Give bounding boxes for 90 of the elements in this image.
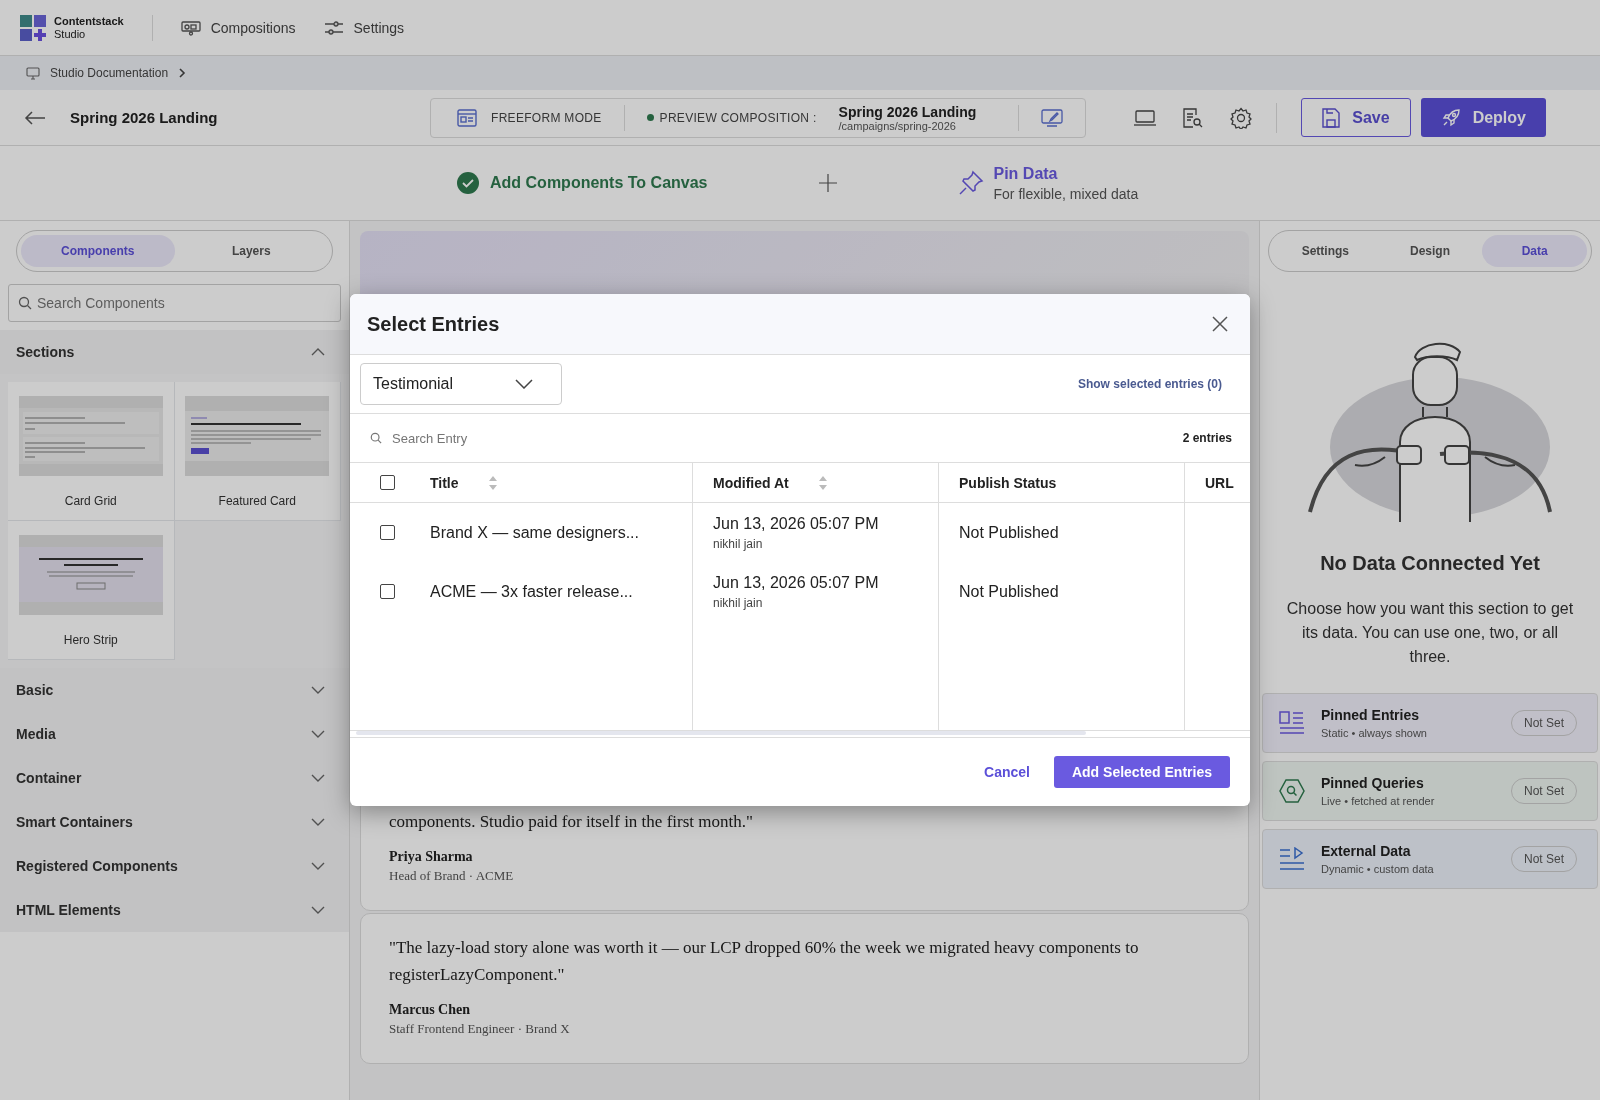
testimonial-quote: components. Studio paid for itself in the first month." — [389, 811, 754, 833]
source-subtitle: Dynamic • custom data — [1321, 863, 1435, 875]
back-button[interactable] — [24, 110, 46, 125]
category-header[interactable]: HTML Elements — [0, 888, 349, 932]
plus-icon — [817, 173, 838, 193]
list-play-icon — [1279, 847, 1305, 871]
author-name: Marcus Chen — [389, 1002, 472, 1018]
compositions-icon — [180, 19, 201, 36]
empty-state-title: No Data Connected Yet — [1320, 552, 1540, 575]
component-tile[interactable]: Card Grid — [8, 382, 175, 521]
column-header: Publish Status — [959, 474, 1057, 491]
row-checkbox[interactable] — [380, 525, 395, 540]
step-subtitle: For flexible, mixed data — [993, 185, 1139, 202]
layout-icon — [457, 108, 477, 127]
table-cell: Brand X — same designers... — [430, 523, 639, 541]
nav-link[interactable]: Compositions — [180, 19, 296, 36]
status-dot — [646, 114, 654, 121]
search-icon — [18, 296, 32, 310]
content-type-dropdown[interactable]: Testimonial — [360, 363, 562, 405]
product-name: Studio — [54, 27, 87, 41]
dialog-title: Select Entries — [367, 312, 500, 336]
category-header[interactable]: Registered Components — [0, 844, 349, 888]
step-title: Pin Data — [993, 164, 1059, 183]
search-icon — [370, 432, 382, 444]
settings-icon[interactable] — [1230, 106, 1253, 129]
source-title: Pinned Entries — [1321, 707, 1421, 723]
column-header: Title — [430, 474, 459, 491]
author-role: Staff Frontend Engineer · Brand X — [389, 1021, 571, 1037]
component-tile[interactable]: Hero Strip — [8, 521, 175, 660]
testimonial-quote: "The lazy-load story alone was worth it — our LCP dropped 60% the week we migrated heavy components to registerLazyComponent." — [389, 937, 1140, 986]
data-source-card[interactable]: Pinned Queries Live • fetched at render Not Set — [1262, 761, 1598, 821]
category-header[interactable]: Media — [0, 712, 349, 756]
row-checkbox[interactable] — [380, 584, 395, 599]
sliders-icon — [323, 19, 344, 36]
category-header[interactable]: Smart Containers — [0, 800, 349, 844]
source-title: Pinned Queries — [1321, 775, 1425, 791]
brand-name: Contentstack — [54, 14, 124, 28]
preview-title: Spring 2026 Landing — [838, 103, 977, 120]
close-button[interactable] — [1212, 316, 1228, 332]
chevron-right-icon — [178, 67, 187, 79]
panel-tab[interactable]: Design — [1377, 235, 1483, 267]
table-cell-text: Jun 13, 2026 05:07 PM — [713, 514, 880, 533]
step-title: Add Components To Canvas — [490, 174, 708, 192]
show-selected-link[interactable]: Show selected entries (0) — [1077, 377, 1222, 391]
preview-path: /campaigns/spring-2026 — [838, 119, 956, 132]
panel-tab[interactable]: Components — [21, 235, 175, 267]
author-name: Priya Sharma — [389, 849, 474, 865]
table-cell: Not Published — [959, 582, 1059, 600]
table-cell-text: Jun 13, 2026 05:07 PM — [713, 573, 880, 592]
source-subtitle: Live • fetched at render — [1321, 795, 1436, 807]
logo-icon — [20, 14, 46, 41]
hexagon-search-icon — [1279, 779, 1305, 803]
author-role: Head of Brand · ACME — [389, 868, 515, 884]
author-text: nikhil jain — [713, 536, 764, 551]
search-field[interactable]: Search Components — [8, 284, 341, 322]
edit-preview-button[interactable] — [1041, 108, 1064, 127]
source-subtitle: Static • always shown — [1321, 727, 1428, 739]
author-text: nikhil jain — [713, 595, 764, 610]
table-cell: ACME — 3x faster release... — [430, 582, 633, 600]
category-header[interactable]: Container — [0, 756, 349, 800]
breadcrumb-link[interactable]: Studio Documentation — [50, 66, 169, 80]
document-search-icon[interactable] — [1182, 106, 1205, 129]
empty-state-text: Choose how you want this section to get its data. You can use one, two, or all three. — [1285, 599, 1575, 667]
rocket-icon — [1440, 107, 1461, 128]
monitor-icon — [26, 66, 40, 80]
cancel-button[interactable]: Cancel — [984, 764, 1030, 780]
chevron-down-icon — [515, 379, 533, 389]
column-header: URL — [1205, 474, 1234, 491]
panel-tab[interactable]: Settings — [1273, 235, 1378, 267]
data-source-card[interactable]: External Data Dynamic • custom data Not Set — [1262, 829, 1598, 889]
add-entries-button[interactable]: Add Selected Entries — [1053, 756, 1230, 788]
select-all-checkbox[interactable] — [380, 475, 395, 490]
composition-title: Spring 2026 Landing — [70, 109, 219, 126]
search-field[interactable]: Search Entry — [390, 429, 670, 447]
list-icon — [1279, 711, 1305, 735]
table-cell: Not Published — [959, 523, 1059, 541]
panel-tab[interactable]: Data — [1482, 235, 1587, 267]
category-header[interactable]: Sections — [0, 330, 349, 374]
category-header[interactable]: Basic — [0, 668, 349, 712]
component-tile[interactable]: Featured Card — [174, 382, 341, 521]
entry-count: 2 entries — [1182, 431, 1232, 445]
panel-tab[interactable]: Layers — [174, 235, 328, 267]
source-title: External Data — [1321, 843, 1412, 859]
column-header: Modified At — [713, 474, 789, 491]
nav-link[interactable]: Settings — [323, 19, 405, 36]
mode-label: FREEFORM MODE — [491, 110, 602, 125]
save-button[interactable]: Save — [1301, 98, 1411, 137]
deploy-button[interactable]: Deploy — [1420, 98, 1546, 137]
preview-label: PREVIEW COMPOSITION : — [659, 110, 817, 125]
data-source-card[interactable]: Pinned Entries Static • always shown Not Set — [1262, 693, 1598, 753]
